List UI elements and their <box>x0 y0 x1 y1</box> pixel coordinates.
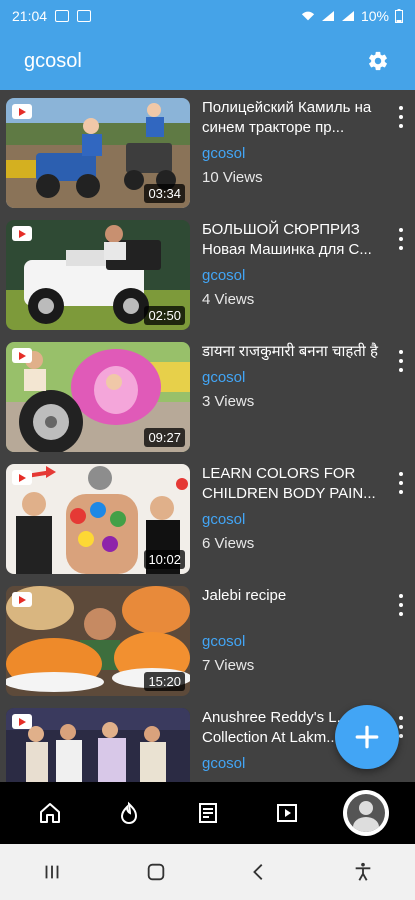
cell-signal-2-icon <box>341 11 354 21</box>
avatar <box>346 794 385 832</box>
status-bar: 21:04 10% <box>0 0 415 32</box>
more-vertical-icon <box>399 350 403 354</box>
video-info: БОЛЬШОЙ СЮРПРИЗ Новая Машинка для С... g… <box>202 220 382 334</box>
app-bar: gcosol <box>0 32 415 90</box>
more-vertical-icon <box>399 106 403 110</box>
video-views: 6 Views <box>202 535 255 552</box>
nav-trending[interactable] <box>105 789 153 837</box>
battery-percent: 10% <box>360 8 389 24</box>
video-views: 10 Views <box>202 169 263 186</box>
video-channel[interactable]: gcosol <box>202 633 382 650</box>
video-title[interactable]: Полицейский Камиль на синем тракторе пр.… <box>202 98 382 138</box>
nav-profile[interactable] <box>342 789 390 837</box>
video-thumbnail[interactable]: 02:50 <box>6 220 190 330</box>
video-thumbnail[interactable]: 03:34 <box>6 98 190 208</box>
video-card[interactable]: 10:02 LEARN COLORS FOR CHILDREN BODY PAI… <box>0 456 415 578</box>
gallery-notification-icon <box>55 10 70 22</box>
youtube-icon <box>12 104 32 119</box>
video-channel[interactable]: gcosol <box>202 267 382 284</box>
video-thumbnail[interactable]: 15:20 <box>6 586 190 696</box>
recent-apps-button[interactable] <box>32 852 72 892</box>
video-feed[interactable]: 03:34 Полицейский Камиль на синем тракто… <box>0 90 415 782</box>
youtube-icon <box>12 714 32 729</box>
more-options-button[interactable] <box>395 350 407 372</box>
image-notification-icon <box>77 10 92 22</box>
video-card[interactable]: 15:20 Jalebi recipe gcosol 7 Views <box>0 578 415 700</box>
more-vertical-icon <box>399 228 403 232</box>
video-duration: 03:34 <box>144 184 185 203</box>
video-channel[interactable]: gcosol <box>202 145 382 162</box>
settings-button[interactable] <box>365 48 391 74</box>
video-card[interactable]: 09:27 डायना राजकुमारी बनना चाहती है gcos… <box>0 334 415 456</box>
recent-apps-icon <box>45 865 59 879</box>
video-card[interactable]: 03:34 Полицейский Камиль на синем тракто… <box>0 90 415 212</box>
video-views: 3 Views <box>202 393 255 410</box>
video-info: Jalebi recipe gcosol 7 Views <box>202 586 382 700</box>
battery-icon <box>395 9 403 23</box>
video-library-icon <box>276 804 297 822</box>
accessibility-button[interactable] <box>343 852 383 892</box>
back-button[interactable] <box>239 852 279 892</box>
more-options-button[interactable] <box>395 594 407 616</box>
back-chevron-icon <box>253 864 263 880</box>
more-vertical-icon <box>399 594 403 598</box>
more-options-button[interactable] <box>395 106 407 128</box>
home-icon <box>39 803 60 823</box>
video-views: 4 Views <box>202 291 255 308</box>
video-title[interactable]: Jalebi recipe <box>202 586 382 626</box>
wifi-icon <box>301 11 315 21</box>
video-duration: 15:20 <box>144 672 185 691</box>
youtube-icon <box>12 470 32 485</box>
plus-icon <box>355 725 379 749</box>
subscriptions-icon <box>198 803 217 823</box>
youtube-icon <box>12 348 32 363</box>
video-duration: 02:50 <box>144 306 185 325</box>
video-card[interactable]: 02:50 БОЛЬШОЙ СЮРПРИЗ Новая Машинка для … <box>0 212 415 334</box>
video-thumbnail[interactable] <box>6 708 190 782</box>
video-duration: 09:27 <box>144 428 185 447</box>
youtube-icon <box>12 592 32 607</box>
system-navigation-bar <box>0 844 415 900</box>
thumbnail-fashion-image <box>6 708 190 782</box>
bottom-navigation <box>0 782 415 844</box>
more-options-button[interactable] <box>395 472 407 494</box>
avatar-ring <box>342 790 389 836</box>
video-thumbnail[interactable]: 09:27 <box>6 342 190 452</box>
gear-icon <box>369 51 387 71</box>
nav-home[interactable] <box>26 789 74 837</box>
nav-subscriptions[interactable] <box>184 789 232 837</box>
more-vertical-icon <box>399 472 403 476</box>
video-info: डायना राजकुमारी बनना चाहती है gcosol 3 V… <box>202 342 382 456</box>
video-title[interactable]: डायना राजकुमारी बनना चाहती है <box>202 342 382 362</box>
video-thumbnail[interactable]: 10:02 <box>6 464 190 574</box>
video-channel[interactable]: gcosol <box>202 511 382 528</box>
home-square-icon <box>147 863 164 881</box>
nav-library[interactable] <box>263 789 311 837</box>
app-title: gcosol <box>24 49 82 72</box>
video-duration: 10:02 <box>144 550 185 569</box>
home-system-button[interactable] <box>136 852 176 892</box>
add-video-button[interactable] <box>335 705 399 769</box>
video-info: Полицейский Камиль на синем тракторе пр.… <box>202 98 382 212</box>
video-views: 7 Views <box>202 657 255 674</box>
status-time: 21:04 <box>12 8 48 24</box>
video-channel[interactable]: gcosol <box>202 369 382 386</box>
trending-icon <box>120 801 137 825</box>
more-vertical-icon <box>399 716 403 720</box>
video-title[interactable]: БОЛЬШОЙ СЮРПРИЗ Новая Машинка для С... <box>202 220 382 260</box>
accessibility-icon <box>355 862 371 881</box>
cell-signal-icon <box>321 11 334 21</box>
video-info: LEARN COLORS FOR CHILDREN BODY PAIN... g… <box>202 464 382 578</box>
youtube-icon <box>12 226 32 241</box>
video-title[interactable]: LEARN COLORS FOR CHILDREN BODY PAIN... <box>202 464 382 504</box>
more-options-button[interactable] <box>395 228 407 250</box>
